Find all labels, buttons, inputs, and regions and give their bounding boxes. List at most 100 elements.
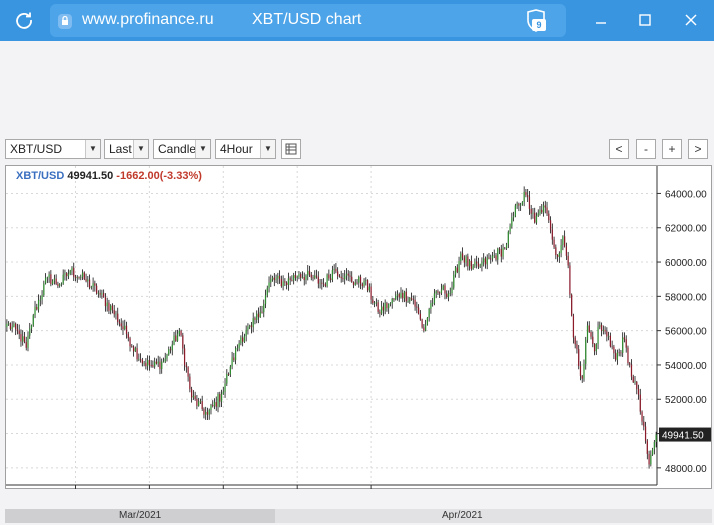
candle-body [36, 306, 38, 310]
candle-body [308, 270, 311, 275]
url-text[interactable]: www.profinance.ru [82, 11, 214, 29]
candle-body [162, 361, 165, 363]
candle-body [569, 265, 571, 295]
candle-body [483, 258, 485, 263]
candle-body [440, 289, 443, 293]
candle-body [263, 303, 265, 313]
candle-body [213, 402, 216, 407]
price-type-select[interactable]: Last ▼ [104, 139, 149, 159]
candle-body [430, 303, 432, 309]
candle-body [99, 292, 101, 295]
chart-style-select[interactable]: Candle ▼ [153, 139, 211, 159]
candle-body [261, 311, 263, 313]
candle-body [138, 359, 140, 360]
candle-body [539, 209, 541, 214]
candle-body [242, 337, 244, 342]
candle-body [651, 449, 654, 455]
candle-body [655, 434, 657, 442]
candle-body [634, 381, 636, 383]
timeline-navigator[interactable]: Mar/2021 Apr/2021 [5, 509, 712, 523]
minimize-icon[interactable] [592, 11, 610, 29]
candle-body [178, 330, 180, 334]
candle-body [187, 367, 189, 377]
candle-body [233, 357, 235, 361]
candle-body [319, 282, 321, 284]
candle-body [609, 335, 611, 347]
candle-body [307, 270, 309, 276]
candle-body [94, 283, 96, 286]
candle-body [523, 191, 525, 202]
candle-body [80, 276, 82, 278]
candle-body [289, 278, 291, 281]
candle-body [301, 277, 304, 278]
candle-body [650, 454, 652, 465]
candle-body [66, 273, 68, 277]
table-view-button[interactable] [281, 139, 301, 159]
candle-body [567, 255, 569, 266]
reload-icon[interactable] [14, 10, 34, 30]
candle-body [534, 212, 536, 223]
candle-body [183, 348, 186, 366]
candle-body [95, 285, 98, 294]
candle-body [34, 306, 36, 316]
info-symbol: XBT/USD [16, 170, 65, 182]
candle-body [303, 277, 305, 281]
close-icon[interactable] [682, 11, 700, 29]
table-icon [285, 143, 297, 155]
candle-body [196, 399, 198, 406]
candle-body [277, 275, 279, 279]
candle-body [470, 260, 472, 269]
symbol-select[interactable]: XBT/USD ▼ [5, 139, 101, 159]
maximize-icon[interactable] [636, 11, 654, 29]
candle-body [527, 195, 529, 198]
candle-body [414, 299, 416, 307]
candle-body [16, 328, 19, 331]
candle-body [44, 277, 47, 284]
lock-icon[interactable] [57, 12, 73, 30]
candle-body [321, 282, 323, 284]
candle-body [52, 280, 54, 285]
candle-body [20, 334, 22, 342]
candle-body [220, 394, 223, 402]
candle-body [629, 363, 631, 365]
candle-body [444, 285, 446, 294]
chart-style-value: Candle [158, 142, 197, 156]
info-last-price: 49941.50 [67, 170, 114, 182]
candle-body [576, 344, 578, 350]
candle-body [421, 319, 423, 328]
candle-body [556, 255, 559, 257]
scroll-right-button[interactable]: > [688, 139, 708, 159]
candle-body [396, 294, 399, 296]
candle-body [558, 253, 560, 257]
candle-body [511, 217, 513, 227]
candle-body [416, 306, 418, 308]
candle-body [139, 359, 142, 360]
candle-body [268, 282, 270, 289]
zoom-out-button[interactable]: - [636, 139, 656, 159]
candle-body [13, 323, 15, 327]
candle-body [447, 293, 450, 298]
candle-body [504, 247, 506, 249]
candle-body [620, 352, 622, 354]
candle-body [351, 276, 353, 283]
candle-body [467, 256, 469, 267]
candle-body [405, 291, 407, 302]
price-chart[interactable]: 64000.00 62000.00 60000.00 58000.00 56000.00… [5, 165, 712, 489]
zoom-in-button[interactable]: + [662, 139, 682, 159]
candle-body [55, 278, 57, 284]
candle-body [224, 383, 226, 392]
candle-body [191, 389, 193, 398]
candle-body [565, 246, 568, 256]
candle-body [437, 291, 439, 293]
candle-body [453, 274, 455, 288]
y-tick-label: 58000.00 [665, 292, 707, 303]
candle-body [81, 272, 84, 277]
interval-select[interactable]: 4Hour ▼ [215, 139, 276, 159]
scroll-left-button[interactable]: < [609, 139, 629, 159]
candle-body [71, 267, 73, 271]
candle-body [442, 285, 444, 290]
candle-body [433, 293, 436, 304]
candle-body [208, 410, 210, 415]
candle-body [338, 276, 341, 277]
candle-body [622, 337, 624, 353]
